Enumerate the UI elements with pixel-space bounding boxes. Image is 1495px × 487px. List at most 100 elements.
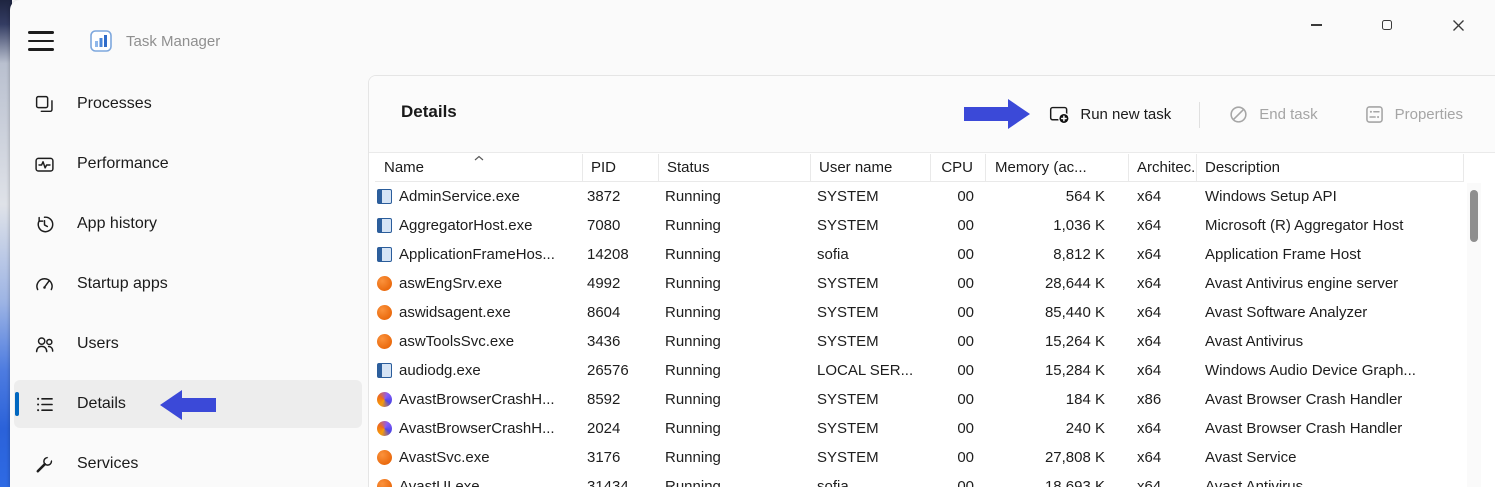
process-memory: 1,036 K — [986, 217, 1129, 234]
close-icon — [1452, 19, 1465, 32]
process-cpu: 00 — [931, 217, 986, 234]
close-button[interactable] — [1451, 18, 1465, 32]
process-name: ApplicationFrameHos... — [399, 246, 555, 263]
process-memory: 28,644 K — [986, 275, 1129, 292]
column-header-user-name[interactable]: User name — [811, 154, 931, 181]
table-row[interactable]: AvastUI.exe 31434 Running sofia 00 18,69… — [375, 472, 1464, 487]
process-memory: 15,284 K — [986, 362, 1129, 379]
sidebar-item-label: Processes — [77, 95, 152, 113]
process-icon — [377, 189, 392, 204]
process-pid: 3176 — [583, 449, 659, 466]
process-architecture: x64 — [1129, 362, 1197, 379]
process-icon — [377, 479, 392, 487]
process-architecture: x64 — [1129, 304, 1197, 321]
process-memory: 8,812 K — [986, 246, 1129, 263]
column-label: User name — [819, 159, 892, 176]
end-task-button[interactable]: End task — [1228, 104, 1317, 125]
table-row[interactable]: aswidsagent.exe 8604 Running SYSTEM 00 8… — [375, 298, 1464, 327]
task-manager-window: Task Manager Processes Performance — [10, 0, 1495, 487]
process-user-name: SYSTEM — [811, 217, 931, 234]
process-cpu: 00 — [931, 420, 986, 437]
run-new-task-icon — [1049, 104, 1070, 125]
column-header-description[interactable]: Description — [1197, 154, 1464, 181]
process-status: Running — [659, 420, 811, 437]
process-icon — [377, 218, 392, 233]
process-cpu: 00 — [931, 304, 986, 321]
table-row[interactable]: aswEngSrv.exe 4992 Running SYSTEM 00 28,… — [375, 269, 1464, 298]
process-pid: 8604 — [583, 304, 659, 321]
column-header-name[interactable]: Name — [375, 154, 583, 181]
process-architecture: x64 — [1129, 449, 1197, 466]
process-name: aswEngSrv.exe — [399, 275, 502, 292]
column-header-cpu[interactable]: CPU — [931, 154, 986, 181]
table-row[interactable]: ApplicationFrameHos... 14208 Running sof… — [375, 240, 1464, 269]
sidebar-item-label: App history — [77, 215, 157, 233]
process-user-name: SYSTEM — [811, 333, 931, 350]
process-architecture: x64 — [1129, 478, 1197, 487]
process-cpu: 00 — [931, 333, 986, 350]
table-row[interactable]: AggregatorHost.exe 7080 Running SYSTEM 0… — [375, 211, 1464, 240]
process-description: Windows Audio Device Graph... — [1197, 362, 1464, 379]
process-memory: 564 K — [986, 188, 1129, 205]
column-label: Status — [667, 159, 710, 176]
table-row[interactable]: AvastBrowserCrashH... 8592 Running SYSTE… — [375, 385, 1464, 414]
sidebar-item-performance[interactable]: Performance — [14, 140, 362, 188]
window-title: Task Manager — [126, 33, 220, 50]
column-header-pid[interactable]: PID — [583, 154, 659, 181]
process-status: Running — [659, 217, 811, 234]
table-row[interactable]: aswToolsSvc.exe 3436 Running SYSTEM 00 1… — [375, 327, 1464, 356]
sidebar-item-app-history[interactable]: App history — [14, 200, 362, 248]
properties-label: Properties — [1395, 106, 1463, 123]
process-memory: 85,440 K — [986, 304, 1129, 321]
process-cpu: 00 — [931, 362, 986, 379]
process-cpu: 00 — [931, 449, 986, 466]
sidebar-item-details[interactable]: Details — [14, 380, 362, 428]
column-label: CPU — [941, 159, 973, 176]
properties-button[interactable]: Properties — [1364, 104, 1463, 125]
process-memory: 18,693 K — [986, 478, 1129, 487]
process-user-name: SYSTEM — [811, 304, 931, 321]
end-task-icon — [1228, 104, 1249, 125]
process-pid: 14208 — [583, 246, 659, 263]
process-architecture: x64 — [1129, 188, 1197, 205]
table-row[interactable]: AvastBrowserCrashH... 2024 Running SYSTE… — [375, 414, 1464, 443]
run-new-task-button[interactable]: Run new task — [1049, 104, 1171, 125]
process-table: Name PID Status User name CPU Memory (ac… — [375, 154, 1464, 487]
column-label: PID — [591, 159, 616, 176]
table-row[interactable]: AvastSvc.exe 3176 Running SYSTEM 00 27,8… — [375, 443, 1464, 472]
process-name: AvastUI.exe — [399, 478, 480, 487]
column-header-status[interactable]: Status — [659, 154, 811, 181]
process-memory: 240 K — [986, 420, 1129, 437]
sidebar-item-startup-apps[interactable]: Startup apps — [14, 260, 362, 308]
page-title: Details — [401, 102, 457, 122]
table-row[interactable]: AdminService.exe 3872 Running SYSTEM 00 … — [375, 182, 1464, 211]
process-pid: 7080 — [583, 217, 659, 234]
hamburger-menu-button[interactable] — [28, 31, 54, 51]
column-header-memory[interactable]: Memory (ac... — [986, 154, 1129, 181]
column-label: Memory (ac... — [995, 159, 1087, 176]
sidebar-item-users[interactable]: Users — [14, 320, 362, 368]
process-cpu: 00 — [931, 478, 986, 487]
minimize-button[interactable] — [1309, 18, 1323, 32]
process-user-name: SYSTEM — [811, 391, 931, 408]
process-icon — [377, 363, 392, 378]
performance-icon — [34, 154, 55, 175]
process-status: Running — [659, 362, 811, 379]
sidebar-item-processes[interactable]: Processes — [14, 80, 362, 128]
column-header-architecture[interactable]: Architec... — [1129, 154, 1197, 181]
vertical-scrollbar[interactable] — [1467, 183, 1481, 487]
scrollbar-thumb[interactable] — [1470, 190, 1478, 242]
selected-indicator — [15, 392, 19, 416]
process-icon — [377, 276, 392, 291]
process-icon — [377, 450, 392, 465]
processes-icon — [34, 94, 55, 115]
column-label: Architec... — [1137, 159, 1197, 176]
sidebar-item-services[interactable]: Services — [14, 440, 362, 487]
process-memory: 15,264 K — [986, 333, 1129, 350]
process-status: Running — [659, 449, 811, 466]
window-controls — [1309, 18, 1465, 32]
run-new-task-label: Run new task — [1080, 106, 1171, 123]
table-row[interactable]: audiodg.exe 26576 Running LOCAL SER... 0… — [375, 356, 1464, 385]
process-pid: 2024 — [583, 420, 659, 437]
maximize-button[interactable] — [1380, 18, 1394, 32]
